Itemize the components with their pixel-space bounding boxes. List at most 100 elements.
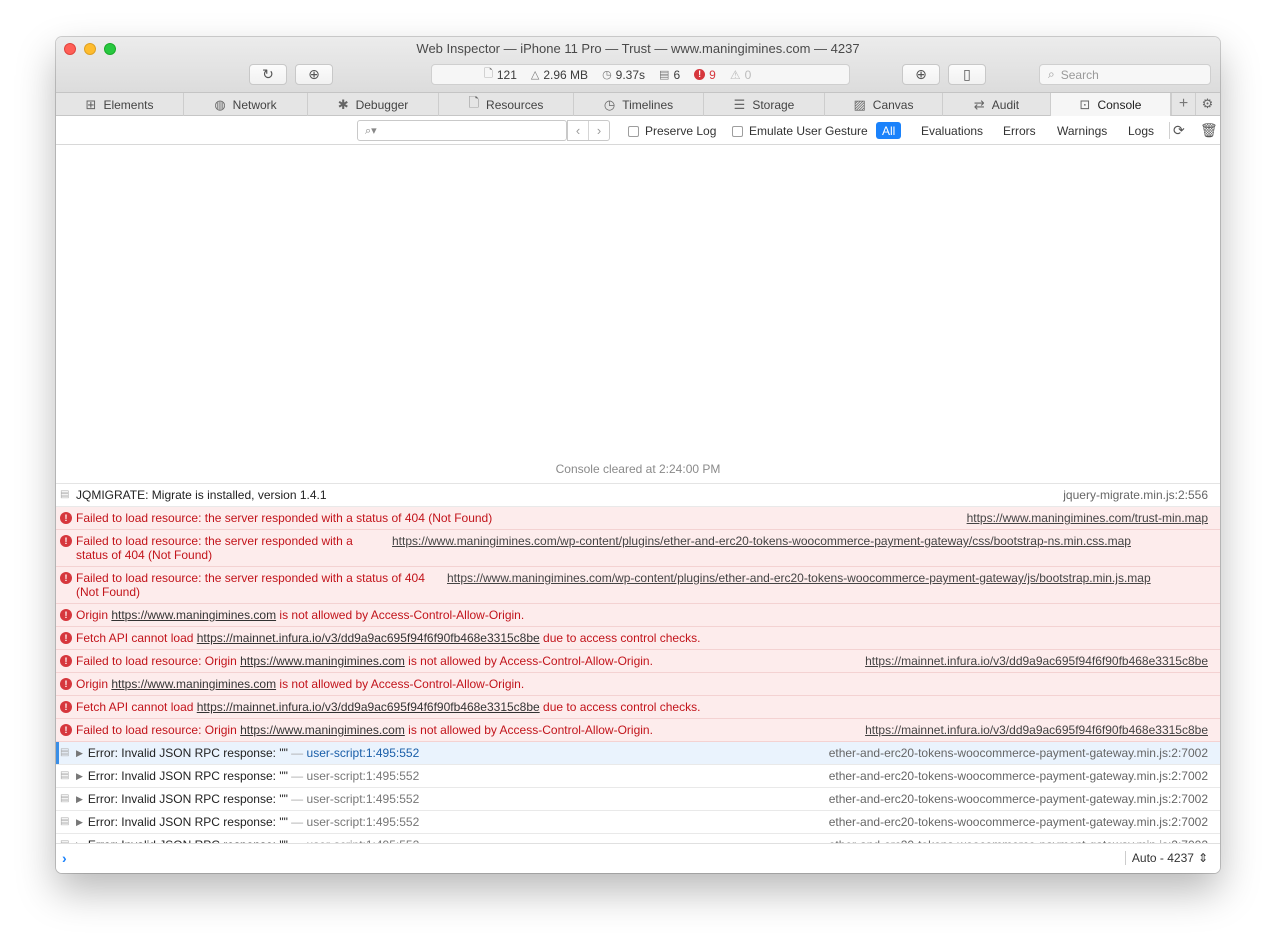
title-bar: Web Inspector — iPhone 11 Pro — Trust — … (56, 37, 1220, 93)
disclosure-triangle-icon[interactable]: ▶ (76, 792, 83, 806)
tab-debugger[interactable]: ✱ Debugger (308, 93, 439, 116)
dashboard[interactable]: 🗋 121 △ 2.96 MB ◷ 9.37s ▤ 6 ! 9 ⚠ 0 (431, 64, 850, 85)
scope-logs[interactable]: Logs (1122, 122, 1160, 139)
message-prefix: Fetch API cannot load (76, 700, 197, 714)
clear-console-button[interactable]: 🗑 (1200, 122, 1218, 139)
console-message[interactable]: ▤ JQMIGRATE: Migrate is installed, versi… (56, 484, 1220, 507)
message-source-link[interactable]: ether-and-erc20-tokens-woocommerce-payme… (813, 769, 1208, 783)
message-text: Failed to load resource: the server resp… (76, 511, 493, 525)
checkbox-box[interactable] (732, 125, 743, 137)
emulate-user-gesture-checkbox[interactable]: Emulate User Gesture (732, 124, 868, 138)
reload-button[interactable]: ↻ (249, 64, 287, 85)
reload-console-button[interactable]: ⟳ (1173, 122, 1185, 139)
network-icon: ◍ (214, 96, 226, 112)
scope-errors[interactable]: Errors (997, 122, 1042, 139)
previous-result-button[interactable]: ‹ (568, 121, 589, 140)
dashboard-size[interactable]: △ 2.96 MB (531, 68, 588, 82)
console-error-message[interactable]: ! Failed to load resource: Origin https:… (56, 650, 1220, 673)
dashboard-logs[interactable]: ▤ 6 (659, 68, 680, 82)
tab-label: Timelines (622, 97, 674, 112)
message-suffix: is not allowed by Access-Control-Allow-O… (404, 723, 653, 737)
console-error-message[interactable]: ! Fetch API cannot load https://mainnet.… (56, 627, 1220, 650)
message-source-link[interactable]: ether-and-erc20-tokens-woocommerce-payme… (813, 815, 1208, 829)
message-source-link[interactable]: https://www.maningimines.com/wp-content/… (376, 534, 1131, 548)
disclosure-triangle-icon[interactable]: ▶ (76, 815, 83, 829)
console-expandable-message[interactable]: ▤ ▶ Error: Invalid JSON RPC response: ""… (56, 788, 1220, 811)
console-expandable-message[interactable]: ▤ ▶ Error: Invalid JSON RPC response: ""… (56, 811, 1220, 834)
dashboard-warnings[interactable]: ⚠ 0 (730, 68, 751, 82)
message-text: Failed to load resource: Origin https://… (76, 654, 849, 668)
execution-context-selector[interactable]: Auto - 4237 ⇕ (1124, 851, 1208, 865)
new-tab-button[interactable]: + (1171, 93, 1195, 115)
message-source-link[interactable]: https://mainnet.infura.io/v3/dd9a9ac695f… (849, 723, 1208, 737)
message-body: Error: Invalid JSON RPC response: "" (87, 746, 288, 760)
audit-icon: ⇄ (973, 96, 985, 112)
dashboard-time[interactable]: ◷ 9.37s (602, 68, 645, 82)
message-link[interactable]: https://mainnet.infura.io/v3/dd9a9ac695f… (197, 700, 540, 714)
message-prefix: Failed to load resource: Origin (76, 723, 241, 737)
checkbox-box[interactable] (628, 125, 639, 137)
message-suffix: is not allowed by Access-Control-Allow-O… (404, 654, 653, 668)
message-link[interactable]: https://mainnet.infura.io/v3/dd9a9ac695f… (197, 631, 540, 645)
console-error-message[interactable]: ! Origin https://www.maningimines.com is… (56, 604, 1220, 627)
console-error-message[interactable]: ! Failed to load resource: the server re… (56, 567, 1220, 604)
scope-warnings[interactable]: Warnings (1051, 122, 1113, 139)
tab-elements[interactable]: ⊞ Elements (56, 93, 184, 116)
disclosure-triangle-icon[interactable]: ▶ (76, 769, 83, 783)
crosshair-icon: ⊕ (915, 66, 927, 82)
message-link[interactable]: https://www.maningimines.com (240, 723, 405, 737)
message-source-link[interactable]: ether-and-erc20-tokens-woocommerce-payme… (813, 792, 1208, 806)
tab-label: Console (1097, 97, 1142, 112)
console-error-message[interactable]: ! Failed to load resource: Origin https:… (56, 719, 1220, 742)
message-link[interactable]: https://www.maningimines.com (111, 677, 276, 691)
console-filter-input[interactable]: ⌕▾ (357, 120, 567, 141)
tab-resources[interactable]: 🗋 Resources (439, 93, 574, 116)
device-button[interactable]: ▯ (948, 64, 986, 85)
console-expandable-message[interactable]: ▤ ▶ Error: Invalid JSON RPC response: ""… (56, 765, 1220, 788)
message-location-link[interactable]: user-script:1:495:552 (307, 792, 420, 806)
scope-all[interactable]: All (876, 122, 902, 139)
tab-label: Elements (103, 97, 154, 112)
message-source-link[interactable]: ether-and-erc20-tokens-woocommerce-payme… (813, 746, 1208, 760)
tab-audit[interactable]: ⇄ Audit (943, 93, 1051, 116)
error-icon: ! (60, 724, 72, 736)
prompt-chevron-icon: › (62, 850, 67, 866)
console-error-message[interactable]: ! Failed to load resource: the server re… (56, 530, 1220, 567)
elements-icon: ⊞ (85, 96, 97, 112)
dashboard-errors[interactable]: ! 9 (694, 68, 716, 82)
element-picker-button[interactable]: ⊕ (902, 64, 940, 85)
tab-timelines[interactable]: ◷ Timelines (574, 93, 704, 116)
log-icon: ▤ (60, 793, 70, 804)
message-location-link[interactable]: user-script:1:495:552 (307, 815, 420, 829)
tab-label: Audit (991, 97, 1020, 112)
warning-icon: ⚠ (729, 67, 741, 82)
console-error-message[interactable]: ! Failed to load resource: the server re… (56, 507, 1220, 530)
message-link[interactable]: https://www.maningimines.com (240, 654, 405, 668)
console-error-message[interactable]: ! Fetch API cannot load https://mainnet.… (56, 696, 1220, 719)
console-expandable-message[interactable]: ▤ ▶ Error: Invalid JSON RPC response: ""… (56, 742, 1220, 765)
scope-evaluations[interactable]: Evaluations (915, 122, 989, 139)
tab-console[interactable]: ⊡ Console (1051, 93, 1171, 116)
tab-storage[interactable]: ☰ Storage (704, 93, 825, 116)
message-link[interactable]: https://www.maningimines.com (111, 608, 276, 622)
preserve-log-checkbox[interactable]: Preserve Log (628, 124, 716, 138)
disclosure-triangle-icon[interactable]: ▶ (76, 746, 83, 760)
tab-canvas[interactable]: ▨ Canvas (825, 93, 943, 116)
message-source-link[interactable]: https://www.maningimines.com/trust-min.m… (951, 511, 1208, 525)
message-source-link[interactable]: jquery-migrate.min.js:2:556 (1047, 488, 1208, 502)
download-button[interactable]: ⊕ (295, 64, 333, 85)
message-location-link[interactable]: user-script:1:495:552 (307, 769, 420, 783)
settings-button[interactable]: ⚙ (1195, 93, 1219, 115)
message-location-link[interactable]: user-script:1:495:552 (307, 746, 420, 760)
next-result-button[interactable]: › (589, 121, 609, 140)
trash-icon: 🗑 (1200, 122, 1218, 138)
dashboard-resources[interactable]: 🗋 121 (484, 65, 517, 84)
tab-network[interactable]: ◍ Network (184, 93, 308, 116)
search-field[interactable]: ⌕ Search (1039, 64, 1211, 85)
console-prompt[interactable]: › Auto - 4237 ⇕ (56, 843, 1220, 873)
console-error-message[interactable]: ! Origin https://www.maningimines.com is… (56, 673, 1220, 696)
message-source-link[interactable]: https://www.maningimines.com/wp-content/… (431, 571, 1151, 585)
separator: — (287, 746, 307, 760)
message-source-link[interactable]: https://mainnet.infura.io/v3/dd9a9ac695f… (849, 654, 1208, 668)
message-prefix: Fetch API cannot load (76, 631, 197, 645)
